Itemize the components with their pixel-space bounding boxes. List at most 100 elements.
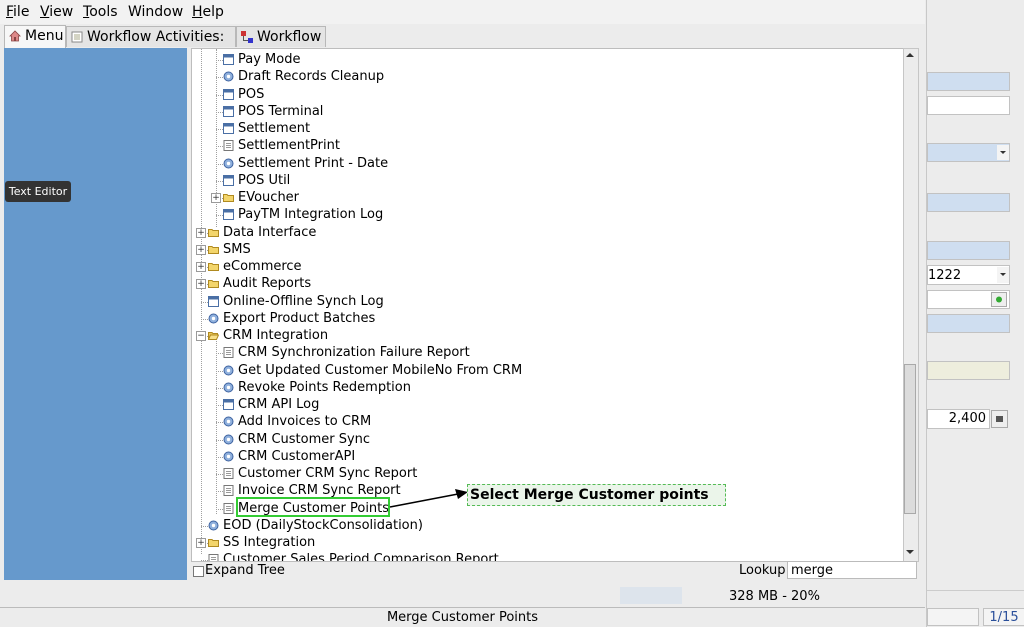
right-panel: 1222 2,400 1/15 [926, 0, 1024, 627]
chevron-down-icon[interactable] [997, 267, 1009, 283]
tree-node-label: SMS [223, 241, 251, 257]
tree-node[interactable]: PayTM Integration Log [223, 206, 383, 223]
tree-guide [216, 94, 223, 96]
calculator-icon[interactable] [991, 410, 1008, 428]
right-field[interactable] [927, 193, 1010, 212]
folder-icon [223, 194, 234, 202]
folder-icon [208, 245, 219, 254]
tree-node[interactable]: CRM CustomerAPI [223, 448, 356, 465]
expand-tree-checkbox[interactable] [193, 566, 204, 577]
tree-node[interactable]: CRM Synchronization Failure Report [223, 344, 470, 361]
menu-file[interactable]: File [6, 4, 29, 20]
tree-node-label: CRM CustomerAPI [238, 448, 356, 464]
right-field[interactable] [927, 314, 1010, 333]
highlight-box [236, 497, 390, 517]
lookup-label: Lookup [739, 563, 786, 578]
chevron-down-icon[interactable] [997, 145, 1009, 160]
right-number-field[interactable]: 2,400 [927, 409, 990, 429]
tab-menu[interactable]: Menu [4, 25, 66, 48]
expand-icon[interactable]: + [196, 244, 206, 255]
tree-node[interactable]: Export Product Batches [208, 310, 375, 327]
folder-icon [208, 539, 219, 547]
right-field [927, 608, 979, 626]
tree-node-label: Customer Sales Period Comparison Report [223, 552, 499, 562]
scrollbar-thumb[interactable] [904, 364, 916, 514]
tree-node[interactable]: CRM Integration [208, 327, 328, 344]
tree-node[interactable]: Customer CRM Sync Report [223, 465, 417, 482]
tree-node[interactable]: CRM Customer Sync [223, 431, 371, 448]
tree-node[interactable]: Draft Records Cleanup [223, 68, 384, 85]
right-field[interactable] [927, 72, 1010, 91]
page-counter: 1/15 [983, 608, 1024, 626]
tree-guide [201, 301, 208, 303]
window-icon [223, 209, 234, 221]
lookup-input[interactable]: merge [787, 561, 917, 579]
menu-view[interactable]: View [40, 4, 73, 20]
tree-node[interactable]: Pay Mode [223, 51, 300, 68]
menu-tools[interactable]: Tools [83, 4, 118, 20]
scroll-up-arrow-icon[interactable] [903, 48, 917, 62]
tab-workflow[interactable]: Workflow [236, 26, 326, 47]
divider [927, 590, 1024, 591]
tree-node[interactable]: SS Integration [208, 534, 316, 551]
tree-node[interactable]: Settlement Print - Date [223, 155, 388, 172]
report-icon [223, 468, 234, 479]
tab-bar: Menu Workflow Activities: 0 Workflow [0, 24, 925, 65]
tree-node-label: CRM API Log [238, 397, 320, 412]
collapse-icon[interactable]: − [196, 331, 206, 341]
tree-node[interactable]: Revoke Points Redemption [223, 379, 411, 396]
tree-node[interactable]: Data Interface [208, 224, 316, 241]
tree-node[interactable]: Online-Offline Synch Log [208, 293, 384, 310]
tree-node[interactable]: Audit Reports [208, 275, 311, 292]
window-icon [223, 88, 234, 100]
tree-node[interactable]: Add Invoices to CRM [223, 413, 372, 430]
report-icon [223, 502, 234, 514]
tree-guide [216, 146, 223, 148]
tree-node[interactable]: EOD (DailyStockConsolidation) [208, 517, 423, 534]
tree-node[interactable]: eCommerce [208, 258, 302, 275]
window-icon [223, 174, 234, 186]
tree-node[interactable]: Settlement [223, 120, 310, 137]
menu-bar: File View Tools Window Help [0, 0, 925, 24]
tree-node[interactable]: EVoucher [223, 189, 299, 206]
process-icon [223, 416, 234, 427]
tree-guide [216, 77, 223, 79]
process-icon [208, 520, 219, 531]
tree-node[interactable]: Customer Sales Period Comparison Report [208, 551, 499, 562]
tree-guide [201, 318, 208, 320]
tree-node[interactable]: SMS [208, 241, 251, 258]
tree-guide [201, 525, 208, 527]
tree-node[interactable]: POS [223, 86, 265, 103]
right-field[interactable] [927, 241, 1010, 260]
tree-node-label: POS [238, 86, 265, 102]
expand-tree-label: Expand Tree [205, 563, 285, 578]
right-field[interactable] [927, 96, 1010, 115]
tree-node[interactable]: Get Updated Customer MobileNo From CRM [223, 362, 522, 379]
window-icon [223, 105, 234, 117]
tree-guide [216, 215, 223, 217]
tab-workflow-activities[interactable]: Workflow Activities: 0 [66, 26, 236, 65]
expand-icon[interactable]: + [196, 279, 206, 290]
menu-window[interactable]: Window [128, 4, 183, 20]
scroll-down-arrow-icon[interactable] [903, 545, 917, 559]
expand-icon[interactable]: + [196, 262, 206, 272]
workflow-icon [241, 31, 253, 43]
process-icon [223, 365, 234, 375]
expand-icon[interactable]: + [196, 538, 206, 548]
tree-node[interactable]: CRM API Log [223, 396, 320, 413]
tree-node-label: SS Integration [223, 535, 316, 550]
menu-help[interactable]: Help [192, 4, 224, 20]
tree-node-label: CRM Customer Sync [238, 431, 371, 447]
window-icon [223, 123, 234, 134]
process-icon [223, 434, 234, 444]
expand-icon[interactable]: + [196, 227, 206, 238]
green-button-icon[interactable] [991, 292, 1007, 307]
right-field[interactable] [927, 361, 1010, 380]
tree-node[interactable]: SettlementPrint [223, 137, 340, 154]
tree-node[interactable]: POS Util [223, 172, 290, 189]
window-icon [223, 399, 234, 410]
tree-guide [216, 163, 223, 165]
tree-node-label: Add Invoices to CRM [238, 414, 372, 430]
tree-node[interactable]: POS Terminal [223, 103, 323, 120]
expand-icon[interactable]: + [211, 193, 221, 203]
